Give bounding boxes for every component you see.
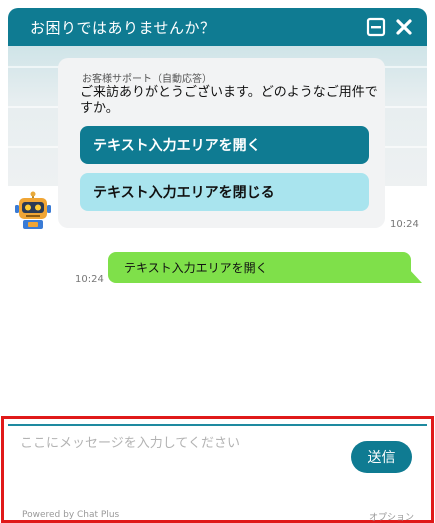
close-icon[interactable] xyxy=(393,16,415,38)
open-input-area-button[interactable]: テキスト入力エリアを開く xyxy=(80,126,369,164)
user-message-time: 10:24 xyxy=(75,274,104,285)
chat-widget: お困りではありませんか？ お客様サポート（自動応答） ご来訪ありがとうございます… xyxy=(0,0,435,523)
bot-sender-name: お客様サポート（自動応答） xyxy=(82,74,212,85)
bot-message-text: ご来訪ありがとうございます。どのようなご用件ですか。 xyxy=(80,85,378,116)
user-bubble-tail xyxy=(408,268,422,283)
powered-by-link[interactable]: Powered by Chat Plus xyxy=(22,510,119,520)
send-button[interactable]: 送信 xyxy=(351,441,412,473)
close-input-area-button[interactable]: テキスト入力エリアを閉じる xyxy=(80,173,369,211)
user-message-bubble: テキスト入力エリアを開く xyxy=(108,252,411,283)
input-divider xyxy=(8,424,427,426)
minimize-icon[interactable] xyxy=(365,16,387,38)
chat-header: お困りではありませんか？ xyxy=(8,8,427,46)
options-link[interactable]: オプション xyxy=(369,510,414,523)
message-input[interactable] xyxy=(20,428,340,488)
bot-message-time: 10:24 xyxy=(390,219,419,230)
chat-title: お困りではありませんか？ xyxy=(30,18,216,37)
robot-icon xyxy=(14,191,52,231)
